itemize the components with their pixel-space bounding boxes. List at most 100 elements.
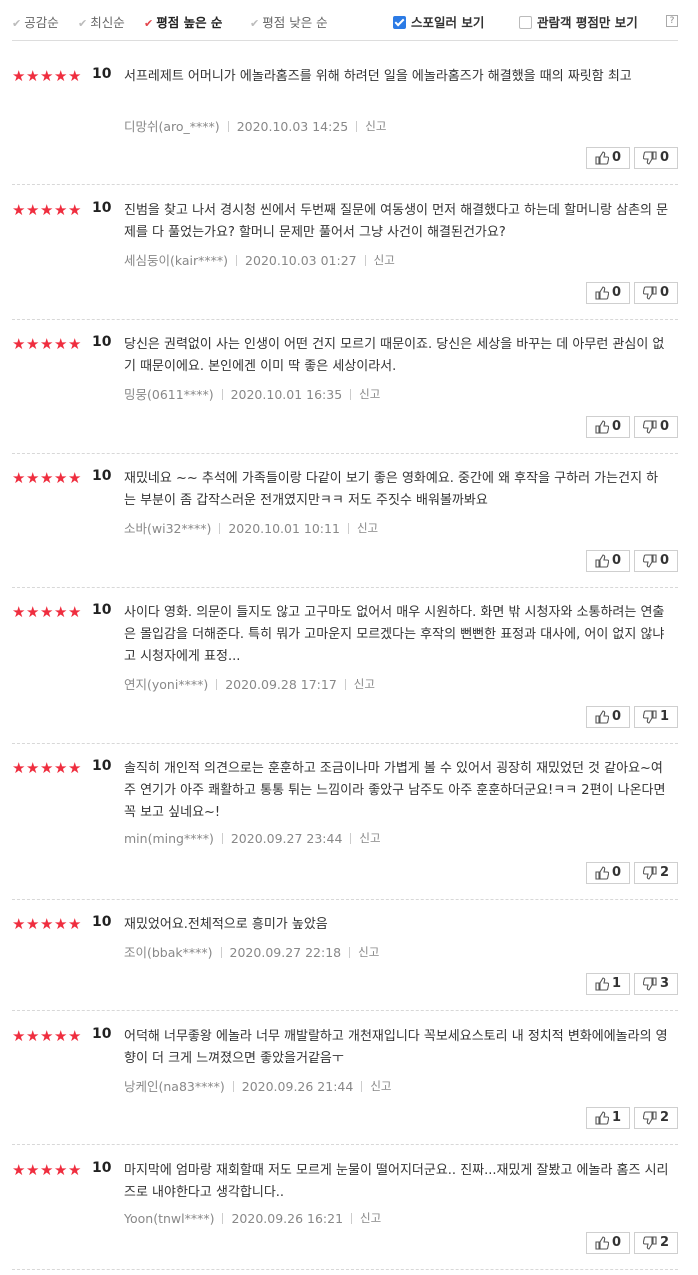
dislike-button[interactable]: 0	[634, 282, 678, 304]
sort-option-label: 평점 높은 순	[156, 15, 223, 30]
vote-buttons: 00	[582, 147, 678, 173]
review-text: 사이다 영화. 의문이 들지도 않고 고구마도 없어서 매우 시원하다. 화면 …	[124, 605, 665, 664]
thumbs-down-icon	[642, 1236, 657, 1250]
dislike-button[interactable]: 3	[634, 973, 678, 995]
review-date: 2020.10.01 10:11	[228, 521, 340, 536]
viewer-only-label: 관람객 평점만 보기	[537, 15, 638, 30]
spoiler-checkbox[interactable]	[393, 16, 406, 29]
star-icon: ★	[12, 1027, 26, 1045]
review-meta: min(ming****) 2020.09.27 23:44 신고	[124, 830, 381, 846]
thumbs-down-icon	[642, 710, 657, 724]
sort-option-rating-low[interactable]: ✔ 평점 낮은 순	[250, 12, 328, 31]
review-author[interactable]: 밍뭉(0611****)	[124, 387, 214, 402]
divider	[351, 1213, 353, 1224]
like-button[interactable]: 0	[586, 282, 630, 304]
star-icon: ★	[26, 603, 40, 621]
review-author[interactable]: 연지(yoni****)	[124, 677, 208, 692]
like-count: 1	[611, 1110, 621, 1125]
vote-buttons: 12	[582, 1107, 678, 1133]
dislike-button[interactable]: 1	[634, 706, 678, 728]
review-author[interactable]: 낭케인(na83****)	[124, 1079, 225, 1094]
divider	[12, 40, 678, 41]
review-date: 2020.09.27 22:18	[229, 945, 342, 960]
review-author[interactable]: 조이(bbak****)	[124, 945, 213, 960]
dislike-button[interactable]: 0	[634, 550, 678, 572]
like-count: 0	[611, 865, 621, 880]
viewer-only-toggle[interactable]: 관람객 평점만 보기	[519, 12, 638, 31]
dislike-button[interactable]: 2	[634, 1232, 678, 1254]
check-icon: ✔	[250, 17, 260, 30]
like-button[interactable]: 0	[586, 147, 630, 169]
review-item: ★★★★★ 10 솔직히 개인적 의견으로는 훈훈하고 조금이나마 가볍게 볼 수 …	[12, 758, 678, 900]
dislike-button[interactable]: 0	[634, 416, 678, 438]
viewer-only-checkbox[interactable]	[519, 16, 532, 29]
review-item: ★★★★★ 10 사이다 영화. 의문이 들지도 않고 고구마도 없어서 매우 시원…	[12, 602, 678, 744]
divider	[236, 255, 238, 266]
report-link[interactable]: 신고	[365, 119, 386, 133]
review-score: 10	[92, 334, 112, 350]
star-icon: ★	[40, 915, 54, 933]
report-link[interactable]: 신고	[360, 1211, 381, 1225]
thumbs-down-icon	[642, 420, 657, 434]
star-icon: ★	[40, 759, 54, 777]
spoiler-toggle[interactable]: 스포일러 보기	[393, 12, 484, 31]
dislike-button[interactable]: 2	[634, 1107, 678, 1129]
review-author[interactable]: 소바(wi32****)	[124, 521, 211, 536]
report-link[interactable]: 신고	[354, 677, 375, 691]
like-button[interactable]: 0	[586, 706, 630, 728]
sort-option-latest[interactable]: ✔ 최신순	[78, 12, 125, 31]
thumbs-down-icon	[642, 977, 657, 991]
report-link[interactable]: 신고	[359, 831, 380, 845]
review-score: 10	[92, 1026, 112, 1042]
star-icon: ★	[12, 1161, 26, 1179]
dislike-count: 0	[659, 553, 669, 568]
thumbs-up-icon	[595, 710, 610, 724]
dislike-count: 2	[659, 1235, 669, 1250]
like-count: 0	[611, 709, 621, 724]
review-date: 2020.09.27 23:44	[230, 831, 343, 846]
sort-option-likes[interactable]: ✔ 공감순	[12, 12, 59, 31]
like-button[interactable]: 0	[586, 1232, 630, 1254]
report-link[interactable]: 신고	[374, 253, 395, 267]
like-button[interactable]: 1	[586, 1107, 630, 1129]
review-meta: 밍뭉(0611****) 2020.10.01 16:35 신고	[124, 384, 380, 403]
report-link[interactable]: 신고	[358, 945, 379, 959]
review-author[interactable]: Yoon(tnwl****)	[124, 1211, 214, 1226]
star-icon: ★	[40, 67, 54, 85]
help-icon[interactable]: ?	[666, 15, 678, 27]
review-page: ✔ 공감순 ✔ 최신순 ✔ 평점 높은 순 ✔ 평점 낮은 순 스포일러 보기 관람객 …	[0, 0, 698, 1275]
review-text: 서프레제트 어머니가 에놀라홈즈를 위해 하려던 일을 에놀라홈즈가 해결했을 …	[124, 69, 632, 84]
report-link[interactable]: 신고	[370, 1079, 391, 1093]
divider	[221, 389, 223, 400]
review-item: ★★★★★ 10 서프레제트 어머니가 에놀라홈즈를 위해 하려던 일을 에놀라홈즈…	[12, 66, 678, 185]
report-link[interactable]: 신고	[359, 387, 380, 401]
review-text: 솔직히 개인적 의견으로는 훈훈하고 조금이나마 가볍게 볼 수 있어서 굉장히…	[124, 761, 666, 820]
sort-option-rating-high[interactable]: ✔ 평점 높은 순	[144, 12, 222, 31]
review-separator	[12, 1010, 678, 1011]
review-meta: 소바(wi32****) 2020.10.01 10:11 신고	[124, 518, 378, 537]
like-button[interactable]: 0	[586, 416, 630, 438]
dislike-count: 1	[659, 709, 669, 724]
sort-option-label: 평점 낮은 순	[262, 15, 328, 30]
star-icon: ★	[26, 201, 40, 219]
review-author[interactable]: min(ming****)	[124, 831, 214, 846]
star-icon: ★	[26, 1161, 40, 1179]
review-item: ★★★★★ 10 재밌네요 ~~ 추석에 가족들이랑 다같이 보기 좋은 영화예요.…	[12, 468, 678, 588]
dislike-button[interactable]: 0	[634, 147, 678, 169]
star-icon: ★	[54, 335, 68, 353]
sort-option-label: 공감순	[24, 15, 59, 30]
like-button[interactable]: 1	[586, 973, 630, 995]
star-icon: ★	[26, 759, 40, 777]
dislike-button[interactable]: 2	[634, 862, 678, 884]
dislike-count: 2	[659, 1110, 669, 1125]
star-icon: ★	[26, 67, 40, 85]
review-text: 재밌었어요.전체적으로 흥미가 높았음	[124, 917, 328, 932]
like-button[interactable]: 0	[586, 862, 630, 884]
dislike-count: 2	[659, 865, 669, 880]
review-author[interactable]: 디망쉬(aro_****)	[124, 119, 220, 134]
review-separator	[12, 899, 678, 900]
star-icon: ★	[68, 469, 82, 487]
review-author[interactable]: 세심둥이(kair****)	[124, 253, 228, 268]
report-link[interactable]: 신고	[357, 521, 378, 535]
like-button[interactable]: 0	[586, 550, 630, 572]
